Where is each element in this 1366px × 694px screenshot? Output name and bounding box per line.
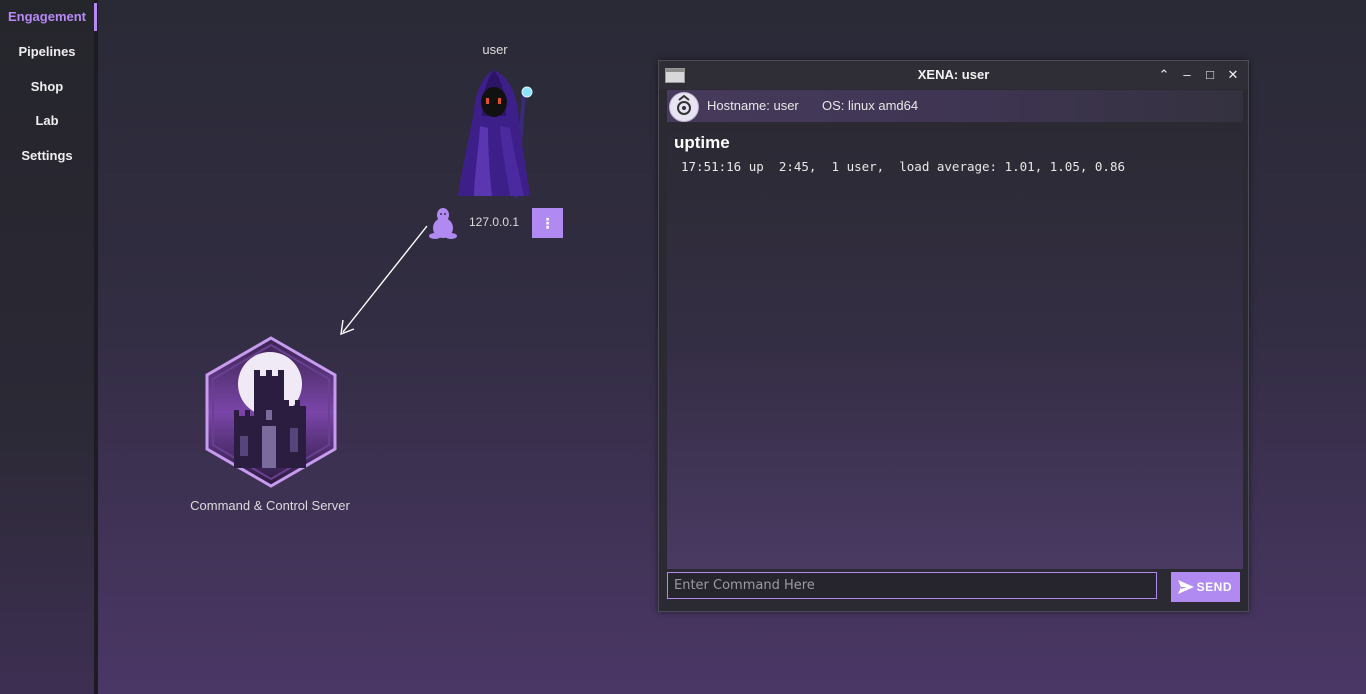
hooded-agent-icon[interactable] — [452, 66, 538, 206]
active-nav-indicator — [94, 3, 97, 31]
agent-menu-button[interactable]: ⋮ — [532, 208, 563, 238]
sidebar-item-shop[interactable]: Shop — [0, 72, 94, 102]
send-label: SEND — [1196, 580, 1232, 594]
terminal-window: XENA: user ⌃ – □ ✕ Hostname: user OS: li… — [658, 60, 1249, 612]
sidebar-divider — [94, 0, 98, 694]
sidebar-item-settings[interactable]: Settings — [0, 141, 94, 171]
castle-server-icon[interactable] — [204, 336, 338, 488]
send-icon — [1178, 580, 1194, 594]
command-input[interactable] — [667, 572, 1157, 599]
maximize-icon[interactable]: □ — [1200, 65, 1220, 85]
agent-info-bar: Hostname: user OS: linux amd64 — [667, 90, 1243, 122]
sidebar-item-engagement[interactable]: Engagement — [0, 2, 94, 32]
last-command: uptime — [674, 133, 730, 152]
agent-logo-icon — [669, 92, 699, 122]
agent-node-ip: 127.0.0.1 — [468, 215, 520, 229]
os-text: OS: linux amd64 — [822, 98, 919, 113]
agent-node-name: user — [482, 42, 508, 57]
terminal-title: XENA: user — [917, 67, 990, 82]
send-button[interactable]: SEND — [1171, 572, 1240, 602]
sidebar-nav: Engagement Pipelines Shop Lab Settings — [0, 0, 94, 694]
command-output: 17:51:16 up 2:45, 1 user, load average: … — [681, 159, 1126, 174]
hostname-text: Hostname: user — [707, 98, 799, 113]
server-node-label: Command & Control Server — [190, 498, 350, 513]
terminal-output[interactable]: uptime 17:51:16 up 2:45, 1 user, load av… — [667, 123, 1243, 569]
collapse-icon[interactable]: ⌃ — [1154, 65, 1174, 85]
window-app-icon — [665, 68, 685, 83]
close-icon[interactable]: ✕ — [1223, 65, 1243, 85]
minimize-icon[interactable]: – — [1177, 65, 1197, 85]
sidebar-item-lab[interactable]: Lab — [0, 106, 94, 136]
connection-arrow — [340, 225, 428, 336]
sidebar-item-pipelines[interactable]: Pipelines — [0, 37, 94, 67]
